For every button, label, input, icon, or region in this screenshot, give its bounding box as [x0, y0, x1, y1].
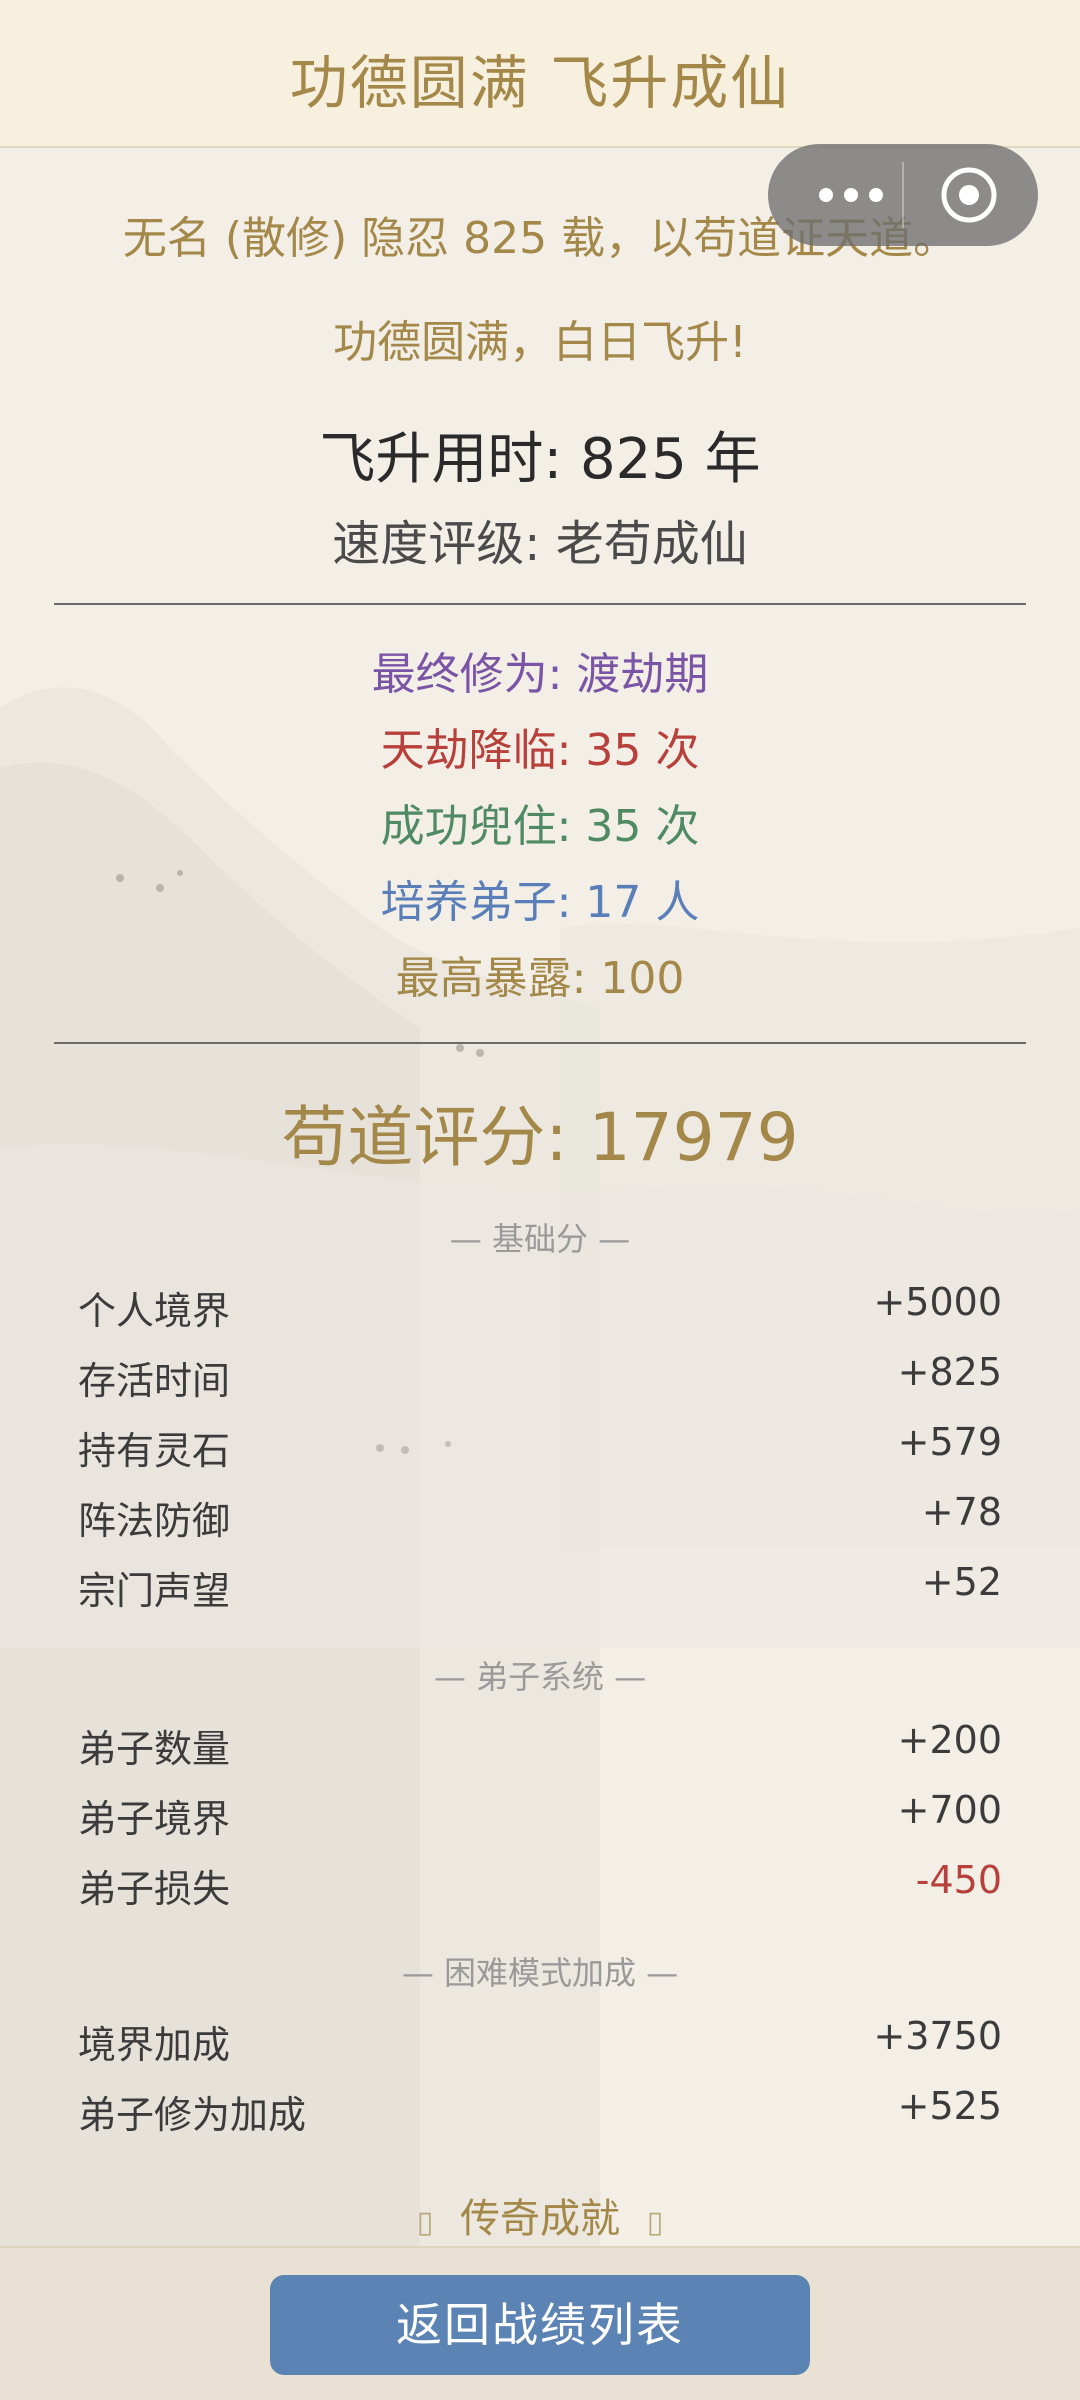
missing-glyph-icon: ▯: [646, 2205, 664, 2240]
score-row-value: +3750: [873, 2014, 1002, 2058]
score-row: 弟子数量 +200: [78, 1718, 1002, 1771]
divider-top: [54, 603, 1026, 605]
stat-disciples: 培养弟子: 17 人: [380, 877, 700, 928]
legend-achievement-label: 传奇成就: [460, 2196, 620, 2242]
score-row: 持有灵石 +579: [78, 1420, 1002, 1473]
score-row: 阵法防御 +78: [78, 1490, 1002, 1543]
stat-tribulations: 天劫降临: 35 次: [380, 725, 700, 776]
legend-achievement: ▯ 传奇成就 ▯: [0, 2186, 1080, 2244]
score-row-label: 弟子修为加成: [78, 2093, 307, 2137]
capsule-divider: [902, 162, 904, 228]
score-row-label: 弟子损失: [78, 1867, 231, 1911]
score-row-label: 弟子境界: [78, 1797, 231, 1841]
page-title: 功德圆满 飞升成仙: [289, 49, 791, 117]
back-to-records-button[interactable]: 返回战绩列表: [270, 2275, 810, 2375]
mini-program-capsule[interactable]: [768, 144, 1038, 246]
missing-glyph-icon: ▯: [416, 2205, 434, 2240]
score-row-value: +825: [897, 1350, 1002, 1394]
score-row-value: +5000: [873, 1280, 1002, 1324]
score-row-label: 存活时间: [78, 1359, 231, 1403]
target-circle-icon[interactable]: [940, 166, 998, 224]
score-row: 个人境界 +5000: [78, 1280, 1002, 1333]
score-row-value: +525: [897, 2084, 1002, 2128]
divider-middle: [54, 1042, 1026, 1044]
score-row-value: +78: [921, 1490, 1002, 1534]
score-row-value-negative: -450: [915, 1858, 1002, 1902]
section-disciple-title: — 弟子系统 —: [433, 1658, 647, 1696]
more-dots-icon[interactable]: [806, 178, 896, 212]
ascension-line: 功德圆满，白日飞升!: [333, 317, 747, 368]
score-row: 存活时间 +825: [78, 1350, 1002, 1403]
score-row-value: +700: [897, 1788, 1002, 1832]
score-row-label: 宗门声望: [78, 1569, 231, 1613]
score-row-label: 境界加成: [78, 2023, 231, 2067]
stat-survived: 成功兜住: 35 次: [380, 801, 700, 852]
section-base-title: — 基础分 —: [449, 1220, 631, 1258]
score-row: 境界加成 +3750: [78, 2014, 1002, 2067]
score-row: 弟子损失 -450: [78, 1858, 1002, 1911]
section-hard-title: — 困难模式加成 —: [401, 1954, 679, 1992]
score-row: 弟子境界 +700: [78, 1788, 1002, 1841]
footer-bar: 返回战绩列表: [0, 2246, 1080, 2400]
stat-exposure: 最高暴露: 100: [395, 953, 685, 1004]
score-row-label: 阵法防御: [78, 1499, 231, 1543]
score-row: 宗门声望 +52: [78, 1560, 1002, 1613]
score-row-label: 弟子数量: [78, 1727, 231, 1771]
header-bar: 功德圆满 飞升成仙: [0, 0, 1080, 148]
ascension-time: 飞升用时: 825 年: [319, 427, 761, 492]
score-total: 苟道评分: 17979: [281, 1099, 799, 1176]
score-row: 弟子修为加成 +525: [78, 2084, 1002, 2137]
speed-rating: 速度评级: 老苟成仙: [332, 516, 748, 572]
stat-final-realm: 最终修为: 渡劫期: [371, 649, 709, 700]
score-row-label: 个人境界: [78, 1289, 231, 1333]
score-row-label: 持有灵石: [78, 1429, 231, 1473]
score-row-value: +200: [897, 1718, 1002, 1762]
score-row-value: +52: [921, 1560, 1002, 1604]
score-row-value: +579: [897, 1420, 1002, 1464]
